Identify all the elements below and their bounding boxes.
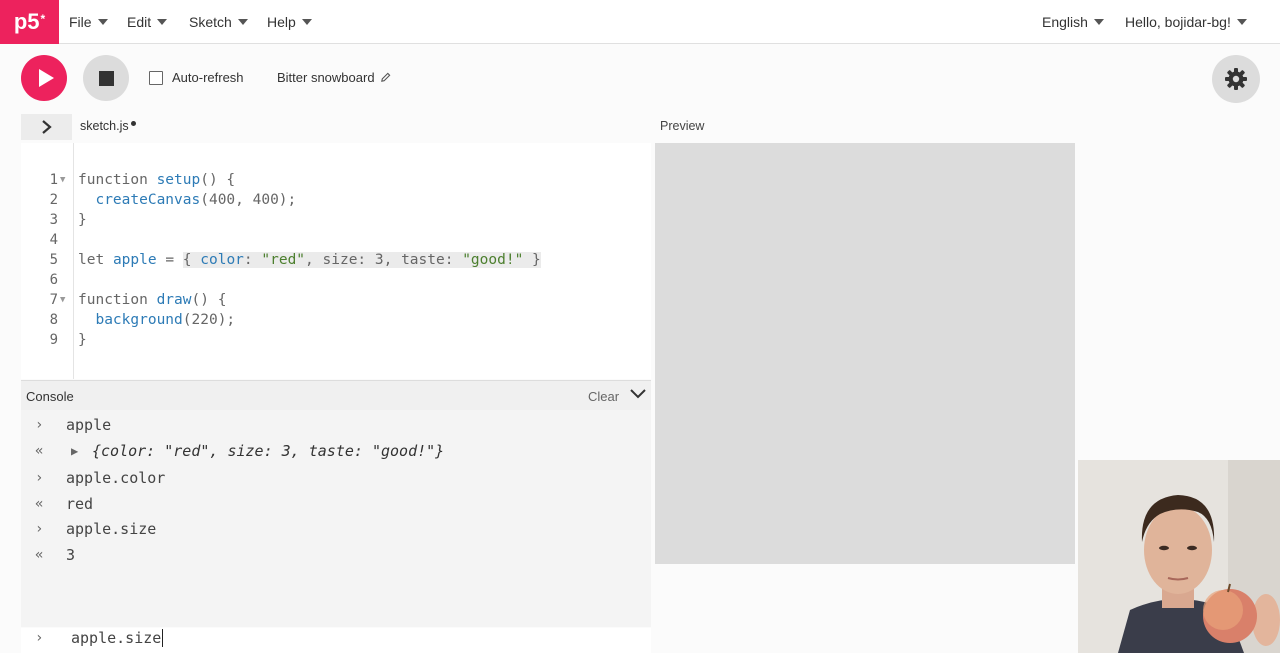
gear-icon [1225, 68, 1247, 90]
menu-help[interactable]: Help [267, 0, 312, 44]
console-output-entry: « 3 [21, 542, 651, 568]
chevron-down-icon [237, 19, 248, 25]
auto-refresh-toggle[interactable]: Auto-refresh [149, 70, 244, 85]
console-title: Console [26, 389, 74, 404]
chevron-right-icon: › [35, 521, 44, 537]
play-icon [38, 69, 54, 87]
line-number: 5 [49, 252, 58, 268]
console-output-entry: « ▶ {color: "red", size: 3, taste: "good… [21, 438, 651, 464]
code-line-1: 1 ▼ function setup() { [21, 170, 651, 190]
console-entry-text: apple.size [66, 520, 157, 538]
code-line-9: 9 } [21, 330, 651, 350]
chevron-right-icon [41, 120, 52, 134]
code-text: } [78, 332, 87, 348]
double-chevron-left-icon: « [35, 547, 44, 563]
play-button[interactable] [21, 55, 67, 101]
console-input-entry: › apple.color [21, 465, 651, 491]
line-number: 9 [49, 332, 58, 348]
p5-logo[interactable]: p5 * [0, 0, 59, 44]
line-number: 8 [49, 312, 58, 328]
chevron-down-icon [1093, 19, 1104, 25]
fold-arrow-icon[interactable]: ▼ [60, 170, 65, 190]
code-line-3: 3 } [21, 210, 651, 230]
console-entry-text: 3 [66, 546, 76, 564]
chevron-down-icon [97, 19, 108, 25]
menu-sketch-label: Sketch [189, 14, 232, 30]
top-nav: p5 * File Edit Sketch Help English Hello,… [0, 0, 1280, 44]
console-entry-text: apple.color [66, 469, 166, 487]
console-entry-text: red [66, 495, 94, 513]
user-menu[interactable]: Hello, bojidar-bg! [1125, 0, 1247, 44]
expand-triangle-icon[interactable]: ▶ [71, 438, 78, 464]
code-text: createCanvas(400, 400); [95, 192, 297, 208]
chevron-right-icon: › [35, 417, 44, 433]
pencil-icon [380, 72, 390, 82]
webcam-overlay [1078, 460, 1280, 653]
stop-button[interactable] [83, 55, 129, 101]
sketch-name-edit[interactable]: Bitter snowboard [277, 70, 391, 85]
code-line-4: 4 [21, 230, 651, 250]
file-tab[interactable]: sketch.js [80, 119, 136, 133]
line-number: 6 [49, 272, 58, 288]
logo-asterisk: * [40, 12, 46, 26]
menu-edit-label: Edit [127, 14, 152, 30]
sketch-name: Bitter snowboard [277, 70, 375, 85]
code-text: function setup() { [78, 172, 236, 188]
menu-edit[interactable]: Edit [127, 0, 168, 44]
chevron-right-icon: › [35, 470, 44, 486]
code-text: background(220); [95, 312, 236, 328]
line-number: 3 [49, 212, 58, 228]
chevron-right-icon: › [35, 630, 44, 646]
code-text: function draw() { [78, 292, 227, 308]
code-text: let apple = { color: "red", size: 3, tas… [78, 252, 541, 268]
stop-icon [98, 70, 114, 86]
console-input[interactable]: › apple.size [21, 628, 651, 653]
user-greeting: Hello, bojidar-bg! [1125, 14, 1231, 30]
console-output-entry: « red [21, 491, 651, 517]
line-number: 4 [49, 232, 58, 248]
menu-help-label: Help [267, 14, 296, 30]
preview-canvas[interactable] [655, 143, 1075, 564]
code-line-6: 6 [21, 270, 651, 290]
preview-label: Preview [660, 119, 705, 133]
console-input-text[interactable]: apple.size [71, 629, 164, 647]
code-line-8: 8 background(220); [21, 310, 651, 330]
line-number: 7 [49, 292, 58, 308]
fold-arrow-icon[interactable]: ▼ [60, 290, 65, 310]
logo-text: p5 [13, 9, 40, 34]
auto-refresh-checkbox[interactable] [149, 70, 163, 85]
console-entry-text: apple [66, 416, 112, 434]
menu-file[interactable]: File [69, 0, 108, 44]
double-chevron-left-icon: « [35, 443, 44, 459]
line-number: 2 [49, 192, 58, 208]
console-clear-button[interactable]: Clear [588, 389, 619, 404]
double-chevron-left-icon: « [35, 496, 44, 512]
chevron-down-icon [1236, 19, 1247, 25]
code-text: } [78, 212, 87, 228]
presenter-video-image [1078, 460, 1280, 653]
menu-file-label: File [69, 14, 92, 30]
p5-web-editor: p5 * File Edit Sketch Help English Hello,… [0, 0, 1280, 653]
language-label: English [1042, 14, 1088, 30]
chevron-down-icon [157, 19, 168, 25]
settings-button[interactable] [1212, 55, 1260, 103]
code-editor[interactable]: 1 ▼ function setup() { 2 createCanvas(40… [21, 143, 651, 379]
console-input-entry: › apple [21, 412, 651, 438]
code-line-2: 2 createCanvas(400, 400); [21, 190, 651, 210]
unsaved-indicator [130, 120, 136, 126]
code-line-7: 7 ▼ function draw() { [21, 290, 651, 310]
file-tab-label: sketch.js [80, 119, 129, 133]
console-entry-text: {color: "red", size: 3, taste: "good!"} [92, 442, 445, 460]
chevron-down-icon[interactable] [630, 388, 646, 400]
auto-refresh-label: Auto-refresh [172, 70, 244, 85]
chevron-down-icon [301, 19, 312, 25]
language-menu[interactable]: English [1042, 0, 1104, 44]
console-header: Console Clear [21, 380, 651, 410]
line-number: 1 [49, 172, 58, 188]
code-line-5: 5 let apple = { color: "red", size: 3, t… [21, 250, 651, 270]
menu-sketch[interactable]: Sketch [189, 0, 248, 44]
console-input-entry: › apple.size [21, 516, 651, 542]
console-output: › apple « ▶ {color: "red", size: 3, tast… [21, 410, 651, 627]
sidebar-toggle-button[interactable] [21, 114, 72, 140]
